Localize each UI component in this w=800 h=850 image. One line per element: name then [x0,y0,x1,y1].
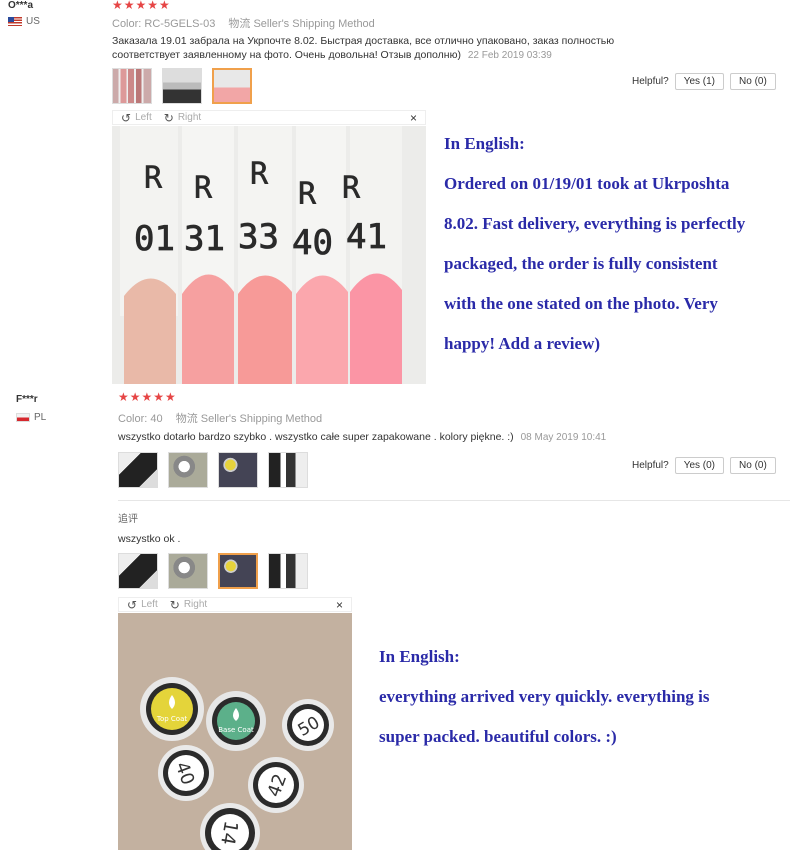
rotate-left-icon: ↺ [121,110,132,125]
bottle-label: Top Coat [156,715,187,723]
swatch-number: 40 [292,223,333,263]
shipping-label: 物流 [228,18,251,30]
followup-text: wszystko ok . [118,533,181,545]
swatch-label: R [250,157,269,192]
helpful-votes: Helpful? Yes (1) No (0) [632,73,776,90]
swatch-label: R [144,161,163,196]
translation-line: 8.02. Fast delivery, everything is perfe… [444,214,746,233]
swatch-label: R [194,171,213,206]
followup-label: 追评 [118,514,138,525]
translation-line: super packed. beautiful colors. :) [379,727,617,746]
rotate-left-label: Left [141,599,158,610]
swatch-label: R [298,177,317,212]
rotate-right-button[interactable]: ↻ Right [164,111,201,125]
review-text-block: Заказала 19.01 забрала на Укрпочте 8.02.… [112,34,672,63]
translation-heading: In English: [379,647,460,666]
photo-thumbnail[interactable] [168,553,208,589]
followup-divider [118,500,790,501]
photo-thumbnail[interactable] [218,452,258,488]
followup-photo-thumbnails [118,553,308,589]
translation-block: In English: everything arrived very quic… [379,637,789,757]
photo-thumbnail[interactable] [118,452,158,488]
swatch-number: 33 [238,217,279,257]
photo-thumbnails [112,68,252,104]
helpful-no-button[interactable]: No (0) [730,73,776,90]
rotate-left-icon: ↺ [127,597,138,612]
helpful-votes: Helpful? Yes (0) No (0) [632,457,776,474]
color-value: 40 [150,413,163,425]
photo-thumbnail[interactable] [118,553,158,589]
photo-thumbnail[interactable] [268,553,308,589]
swatch-number: 31 [184,219,225,259]
bottle-number: 14 [216,819,242,847]
review-text-block: wszystko dotarło bardzo szybko . wszystk… [118,430,678,445]
helpful-yes-button[interactable]: Yes (0) [674,457,725,474]
review-meta: Color: RC-5GELS-03 物流 Seller's Shipping … [112,15,375,31]
rotate-left-button[interactable]: ↺ Left [127,598,158,612]
rotate-left-label: Left [135,112,152,123]
translation-line: packaged, the order is fully consistent [444,254,718,273]
helpful-label: Helpful? [632,76,669,87]
translation-heading: In English: [444,134,525,153]
review-photo-bottles[interactable]: Top Coat Base Coat 50 40 42 14 [118,613,352,850]
photo-thumbnail-selected[interactable] [212,68,252,104]
translation-line: everything arrived very quickly. everyth… [379,687,710,706]
close-icon[interactable]: × [410,111,417,125]
photo-thumbnail[interactable] [162,68,202,104]
photo-thumbnail[interactable] [168,452,208,488]
shipping-label: 物流 [175,413,198,425]
translation-line: with the one stated on the photo. Very [444,294,718,313]
reviewer-country: US [8,16,40,27]
rotate-right-icon: ↻ [163,110,174,125]
review-date: 08 May 2019 10:41 [520,432,607,443]
photo-thumbnail[interactable] [268,452,308,488]
color-value: RC-5GELS-03 [144,18,216,30]
bottle-label: Base Coat [218,726,254,734]
review-text: wszystko dotarło bardzo szybko . wszystk… [118,431,514,443]
us-flag-icon [8,17,22,26]
country-code: PL [34,412,47,423]
reviewer-name: O***a [8,0,34,11]
swatch-label: R [342,171,361,206]
shipping-value: Seller's Shipping Method [200,413,323,425]
rotate-right-label: Right [177,112,202,123]
reviewer-name: F***r [16,394,38,405]
photo-thumbnails [118,452,308,488]
color-label: Color: [112,18,142,30]
photo-thumbnail[interactable] [112,68,152,104]
country-code: US [26,16,40,27]
image-viewer-toolbar: ↺ Left ↻ Right × [118,597,352,612]
rotate-right-button[interactable]: ↻ Right [170,598,207,612]
review-meta: Color: 40 物流 Seller's Shipping Method [118,410,322,426]
close-icon[interactable]: × [336,598,343,612]
pl-flag-icon [16,413,30,422]
swatch-number: 41 [346,217,387,257]
review-photo-swatches[interactable]: R R R R R 01 31 33 40 41 [112,126,426,384]
rating-stars: ★★★★★ [112,0,171,12]
rotate-right-label: Right [183,599,208,610]
rotate-left-button[interactable]: ↺ Left [121,111,152,125]
translation-line: Ordered on 01/19/01 took at Ukrposhta [444,174,730,193]
translation-line: happy! Add a review) [444,334,601,353]
review-date: 22 Feb 2019 03:39 [467,50,552,61]
rotate-right-icon: ↻ [169,597,180,612]
translation-block: In English: Ordered on 01/19/01 took at … [444,124,794,364]
rating-stars: ★★★★★ [118,390,177,404]
helpful-label: Helpful? [632,460,669,471]
color-label: Color: [118,413,148,425]
helpful-yes-button[interactable]: Yes (1) [674,73,725,90]
reviewer-country: PL [16,412,46,423]
shipping-value: Seller's Shipping Method [253,18,375,30]
image-viewer-toolbar: ↺ Left ↻ Right × [112,110,426,125]
swatch-number: 01 [134,219,175,259]
helpful-no-button[interactable]: No (0) [730,457,776,474]
photo-thumbnail-selected[interactable] [218,553,258,589]
